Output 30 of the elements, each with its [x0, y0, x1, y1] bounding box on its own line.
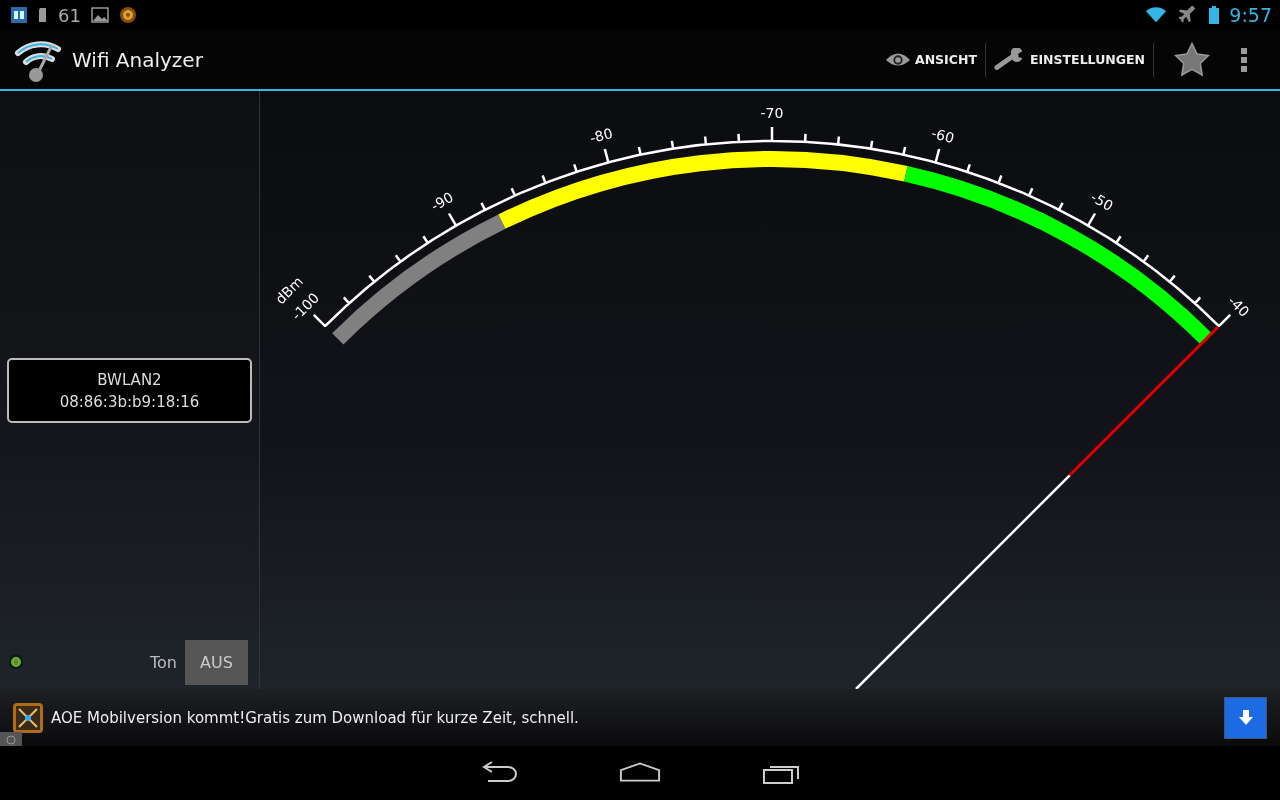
scale-label: -80	[588, 124, 615, 147]
network-mac-address: 08:86:3b:b9:18:16	[59, 392, 200, 411]
download-button[interactable]	[1224, 696, 1267, 739]
notification-count: 61	[58, 4, 81, 26]
clock-time: 9:57	[1229, 4, 1272, 26]
download-arrow-icon	[1237, 708, 1254, 727]
sound-label: Ton	[150, 652, 177, 672]
scale-label: -40	[1224, 292, 1253, 321]
action-button[interactable]: EINSTELLUNGEN	[985, 30, 1153, 89]
sd-card-icon	[38, 6, 48, 24]
app-notification-icon	[10, 6, 28, 24]
overflow-menu-icon[interactable]	[1240, 46, 1248, 73]
info-icon[interactable]	[0, 732, 22, 746]
bug-icon	[8, 654, 24, 670]
scale-label: -70	[760, 105, 784, 121]
network-ssid: BWLAN2	[97, 370, 162, 389]
star-icon[interactable]	[1174, 41, 1210, 78]
home-icon[interactable]	[619, 761, 661, 785]
scale-label: -90	[428, 188, 456, 215]
image-icon	[90, 6, 109, 24]
coin-icon	[118, 6, 137, 24]
action-button[interactable]: ANSICHT	[876, 30, 985, 89]
scale-label: -50	[1088, 188, 1116, 215]
game-app-icon	[13, 702, 43, 733]
scale-label: -60	[929, 124, 956, 147]
app-title: Wifi Analyzer	[72, 47, 203, 72]
ad-text[interactable]: AOE Mobilversion kommt!Gratis zum Download für kurze Zeit, schnell.	[51, 708, 579, 727]
sound-toggle-button[interactable]: AUS	[185, 639, 248, 685]
battery-icon	[1209, 6, 1220, 24]
wifi-signal-icon	[1145, 6, 1168, 24]
